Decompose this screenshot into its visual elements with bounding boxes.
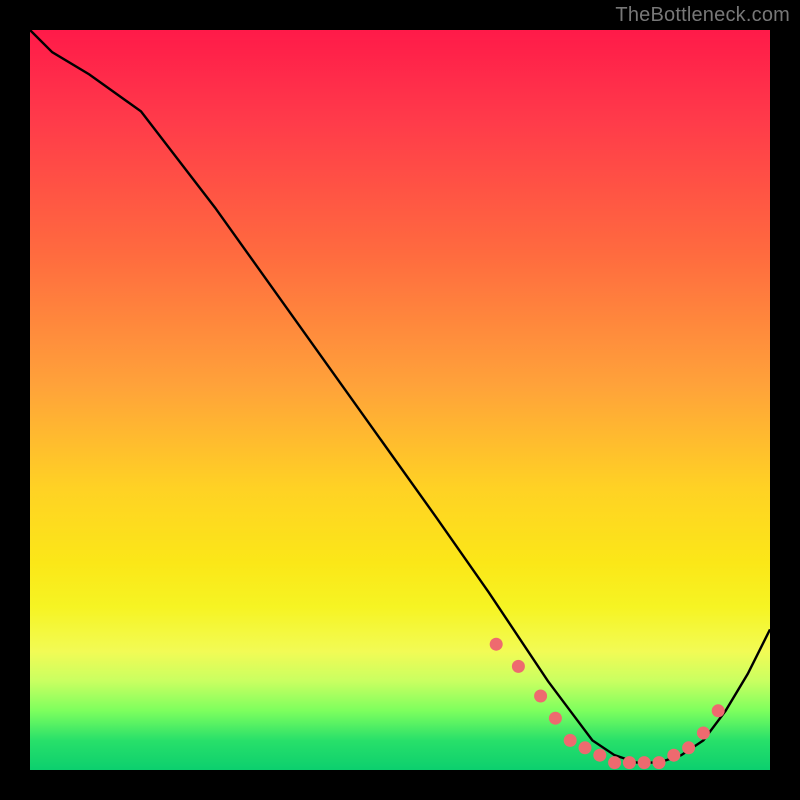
curve-line	[30, 30, 770, 763]
marker-dot	[534, 690, 547, 703]
marker-dot	[512, 660, 525, 673]
marker-dot	[549, 712, 562, 725]
marker-dot	[712, 704, 725, 717]
marker-dot	[579, 741, 592, 754]
marker-dot	[667, 749, 680, 762]
plot-area	[30, 30, 770, 770]
marker-dot	[490, 638, 503, 651]
marker-dot	[623, 756, 636, 769]
marker-dot	[638, 756, 651, 769]
marker-dot	[593, 749, 606, 762]
chart-svg	[30, 30, 770, 770]
chart-frame: TheBottleneck.com	[0, 0, 800, 800]
marker-dot	[653, 756, 666, 769]
watermark-text: TheBottleneck.com	[615, 4, 790, 27]
marker-dot	[608, 756, 621, 769]
marker-dot	[682, 741, 695, 754]
marker-dot	[564, 734, 577, 747]
marker-dot	[697, 727, 710, 740]
